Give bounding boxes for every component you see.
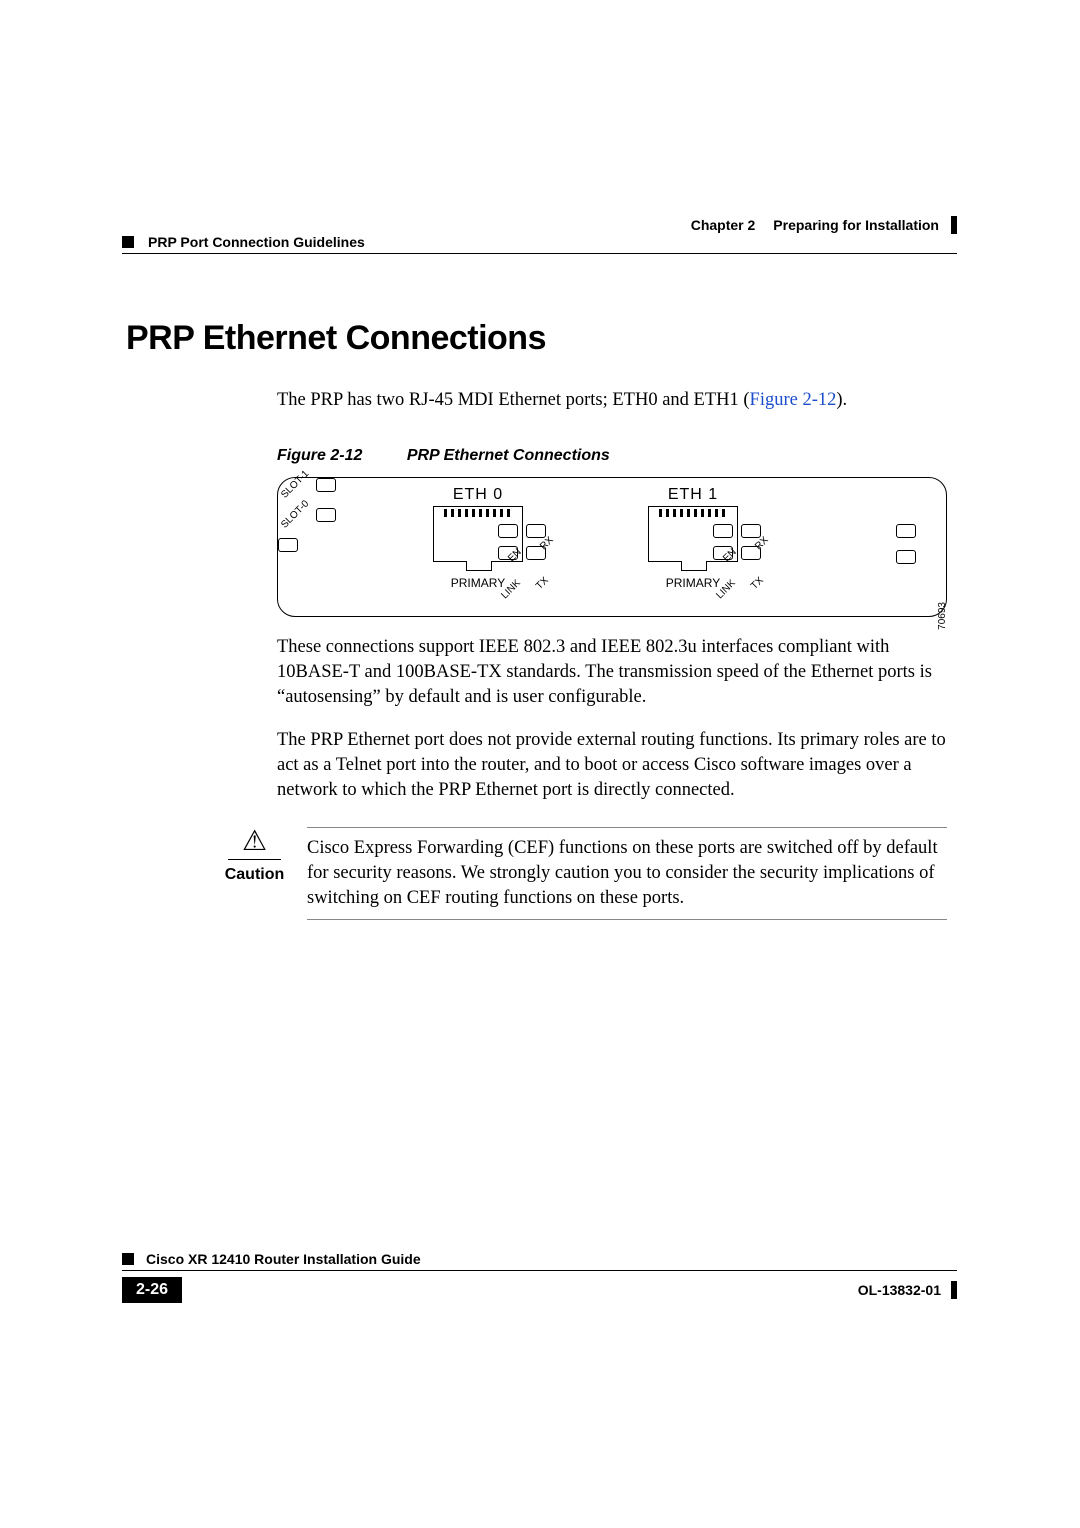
figure-drawing-id: 70693 — [937, 602, 948, 630]
eth0-primary-label: PRIMARY — [373, 576, 583, 590]
eth1-rx-led-icon — [741, 524, 761, 538]
page-footer: Cisco XR 12410 Router Installation Guide… — [122, 1251, 957, 1303]
figure-diagram: 70693 SLOT-1 SLOT-0 ETH 0 — [277, 477, 947, 617]
right-led2-icon — [896, 550, 916, 564]
figure-caption: Figure 2-12 PRP Ethernet Connections — [277, 447, 947, 465]
footer-bullet-icon — [122, 1253, 134, 1265]
header-bullet-icon — [122, 236, 134, 248]
right-led1-icon — [896, 524, 916, 538]
eth1-primary-label: PRIMARY — [588, 576, 798, 590]
caution-text: Cisco Express Forwarding (CEF) functions… — [307, 836, 947, 911]
section-breadcrumb: PRP Port Connection Guidelines — [148, 234, 365, 250]
header-end-rule-icon — [951, 216, 957, 234]
extra-led-icon — [278, 538, 298, 552]
caution-top-rule — [307, 827, 947, 828]
document-id: OL-13832-01 — [858, 1282, 941, 1298]
caution-block: ⚠ Caution Cisco Express Forwarding (CEF)… — [222, 827, 947, 920]
caution-bottom-rule — [307, 919, 947, 920]
footer-rule — [122, 1270, 957, 1271]
footer-end-rule-icon — [951, 1281, 957, 1299]
chapter-title: Preparing for Installation — [773, 217, 939, 233]
paragraph-2: The PRP Ethernet port does not provide e… — [277, 728, 947, 803]
slot0-label: SLOT-0 — [279, 499, 311, 531]
guide-title: Cisco XR 12410 Router Installation Guide — [146, 1251, 421, 1267]
intro-text-before: The PRP has two RJ-45 MDI Ethernet ports… — [277, 390, 750, 410]
figure-title: PRP Ethernet Connections — [407, 447, 610, 464]
figure-number: Figure 2-12 — [277, 447, 362, 464]
page-content: PRP Port Connection Guidelines Chapter 2… — [122, 216, 957, 920]
intro-paragraph: The PRP has two RJ-45 MDI Ethernet ports… — [277, 388, 947, 413]
running-header: PRP Port Connection Guidelines Chapter 2… — [122, 216, 957, 250]
page-number-badge: 2-26 — [122, 1277, 182, 1303]
eth0-rx-led-icon — [526, 524, 546, 538]
caution-label: Caution — [222, 866, 287, 884]
right-led-group — [896, 524, 916, 564]
page-title: PRP Ethernet Connections — [126, 319, 957, 358]
eth0-label: ETH 0 — [373, 486, 583, 504]
slot1-label: SLOT-1 — [279, 469, 311, 501]
slot0-led-icon — [316, 508, 336, 522]
warning-triangle-icon: ⚠ — [222, 827, 287, 855]
eth0-en-led-icon — [498, 524, 518, 538]
body: The PRP has two RJ-45 MDI Ethernet ports… — [277, 388, 947, 803]
header-rule — [122, 253, 957, 254]
intro-text-after: ). — [836, 390, 847, 410]
slot1-led-icon — [316, 478, 336, 492]
paragraph-1: These connections support IEEE 802.3 and… — [277, 635, 947, 710]
chapter-label: Chapter 2 — [691, 217, 756, 233]
eth1-en-led-icon — [713, 524, 733, 538]
eth1-label: ETH 1 — [588, 486, 798, 504]
caution-icon-column: ⚠ Caution — [222, 827, 287, 920]
figure-xref-link[interactable]: Figure 2-12 — [750, 390, 837, 410]
